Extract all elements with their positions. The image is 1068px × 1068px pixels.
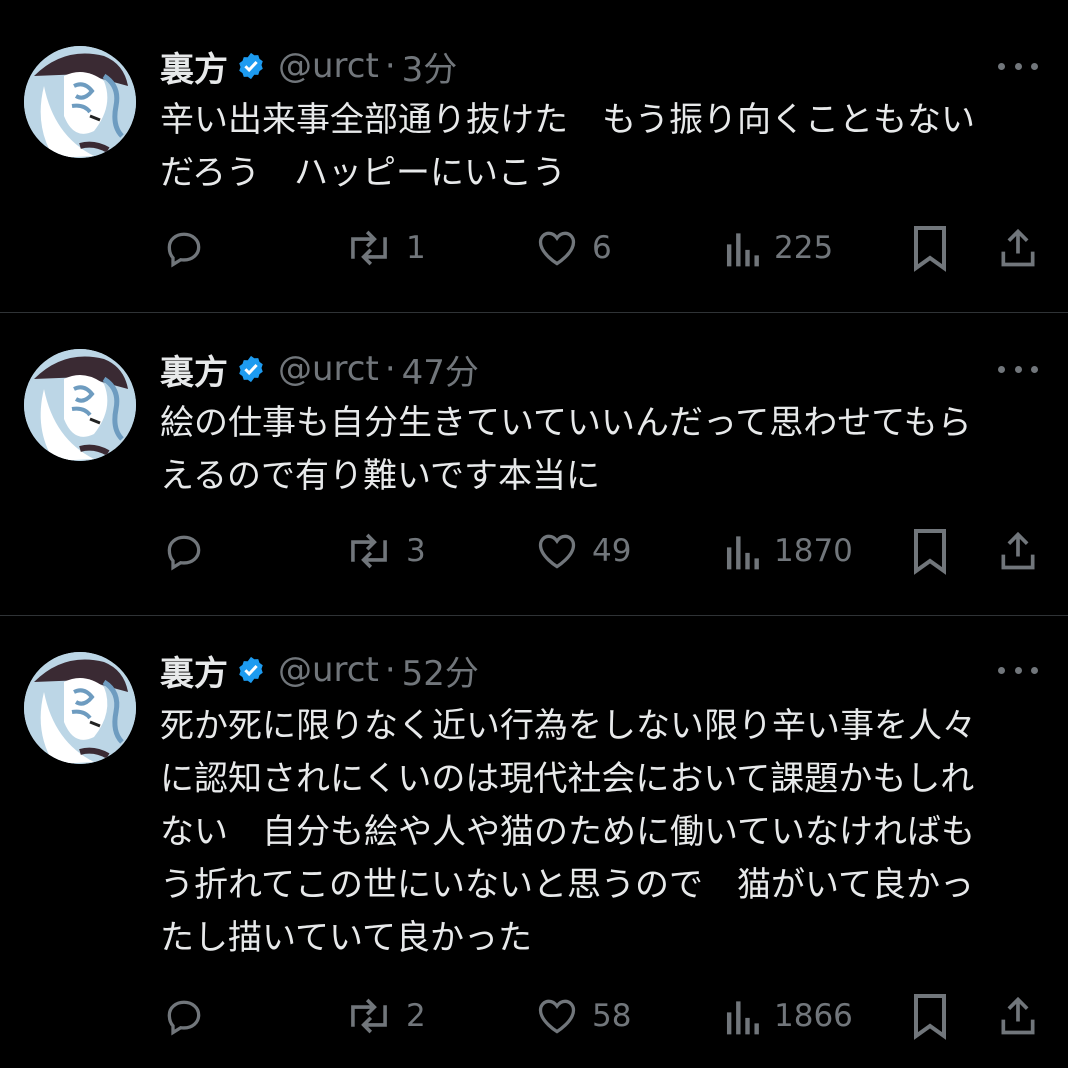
reply-icon xyxy=(167,232,201,268)
handle[interactable]: @urct xyxy=(278,349,379,389)
retweet-button[interactable]: 1 xyxy=(344,222,426,274)
separator-dot: · xyxy=(384,349,396,389)
avatar[interactable] xyxy=(24,349,136,461)
tweet-text: 絵の仕事も自分生きていていいんだって思わせてもら えるので有り難いです本当に xyxy=(160,397,1040,503)
tweet-text-line: う折れてこの世にいないと思うので 猫がいて良かっ xyxy=(160,865,974,905)
action-bar: 3 49 1870 xyxy=(0,525,1068,577)
more-icon[interactable] xyxy=(998,660,1038,680)
views-button[interactable]: 225 xyxy=(722,222,833,274)
share-icon xyxy=(1001,228,1035,267)
like-button[interactable]: 6 xyxy=(534,222,612,274)
display-name[interactable]: 裏方 xyxy=(160,345,228,394)
like-count: 49 xyxy=(592,533,632,569)
tweet-text-line: たし描いていて良かった xyxy=(160,918,532,958)
bookmark-button[interactable] xyxy=(910,222,950,274)
views-count: 1870 xyxy=(774,533,853,569)
like-count: 58 xyxy=(592,998,632,1034)
tweet-text-line: えるので有り難いです本当に xyxy=(160,456,600,496)
verified-badge-icon xyxy=(239,52,263,80)
retweet-count: 3 xyxy=(406,533,426,569)
share-icon xyxy=(1001,996,1035,1035)
reply-button[interactable] xyxy=(162,222,206,274)
share-icon xyxy=(1001,531,1035,570)
tweet-text: 辛い出来事全部通り抜けた もう振り向くこともない だろう ハッピーにいこう xyxy=(160,94,1040,200)
tweet-text-line: だろう ハッピーにいこう xyxy=(160,153,566,193)
like-button[interactable]: 58 xyxy=(534,990,631,1042)
action-bar: 1 6 225 xyxy=(0,222,1068,274)
retweet-button[interactable]: 3 xyxy=(344,525,426,577)
tweet-text-line: 死か死に限りなく近い行為をしない限り辛い事を人々 xyxy=(160,706,976,746)
retweet-icon xyxy=(351,533,387,569)
timestamp[interactable]: 52分 xyxy=(402,646,479,695)
handle[interactable]: @urct xyxy=(278,46,379,86)
verified-badge-icon xyxy=(239,355,263,383)
retweet-button[interactable]: 2 xyxy=(344,990,426,1042)
like-button[interactable]: 49 xyxy=(534,525,631,577)
like-count: 6 xyxy=(592,230,612,266)
reply-icon xyxy=(167,1000,201,1036)
retweet-icon xyxy=(351,230,387,266)
tweet-header: 裏方 @urct · 47分 xyxy=(160,345,479,393)
share-button[interactable] xyxy=(996,525,1040,577)
views-icon xyxy=(726,233,759,267)
reply-icon xyxy=(167,535,201,571)
views-count: 225 xyxy=(774,230,834,266)
tweet-text-line: 辛い出来事全部通り抜けた もう振り向くこともない xyxy=(160,100,975,140)
tweet-text-line: ない 自分も絵や人や猫のために働いていなければも xyxy=(160,812,975,852)
tweet-text-line: 絵の仕事も自分生きていていいんだって思わせてもら xyxy=(160,403,972,443)
views-button[interactable]: 1870 xyxy=(722,525,853,577)
views-icon xyxy=(726,536,759,570)
bookmark-icon xyxy=(914,226,946,272)
views-icon xyxy=(726,1001,759,1035)
tweet-header: 裏方 @urct · 52分 xyxy=(160,646,479,694)
separator-dot: · xyxy=(384,650,396,690)
handle[interactable]: @urct xyxy=(278,650,379,690)
avatar[interactable] xyxy=(24,46,136,158)
tweet[interactable]: 裏方 @urct · 52分 死か死に限りなく近い行為をしない限り辛い事を人々 … xyxy=(0,616,1068,1068)
timestamp[interactable]: 47分 xyxy=(402,345,479,394)
bookmark-icon xyxy=(914,529,946,575)
more-icon[interactable] xyxy=(998,56,1038,76)
action-bar: 2 58 1866 xyxy=(0,990,1068,1042)
bookmark-button[interactable] xyxy=(910,990,950,1042)
views-count: 1866 xyxy=(774,998,853,1034)
share-button[interactable] xyxy=(996,222,1040,274)
like-icon xyxy=(538,534,576,569)
retweet-count: 2 xyxy=(406,998,426,1034)
retweet-icon xyxy=(351,998,387,1034)
reply-button[interactable] xyxy=(162,990,206,1042)
retweet-count: 1 xyxy=(406,230,426,266)
share-button[interactable] xyxy=(996,990,1040,1042)
tweet-text: 死か死に限りなく近い行為をしない限り辛い事を人々 に認知されにくいのは現代社会に… xyxy=(160,700,1040,965)
avatar[interactable] xyxy=(24,652,136,764)
verified-badge-icon xyxy=(239,656,263,684)
more-icon[interactable] xyxy=(998,359,1038,379)
like-icon xyxy=(538,231,576,266)
views-button[interactable]: 1866 xyxy=(722,990,853,1042)
display-name[interactable]: 裏方 xyxy=(160,42,228,91)
tweet-text-line: に認知されにくいのは現代社会において課題かもしれ xyxy=(160,759,975,799)
tweet-header: 裏方 @urct · 3分 xyxy=(160,42,457,90)
timestamp[interactable]: 3分 xyxy=(402,42,458,91)
tweet[interactable]: 裏方 @urct · 3分 辛い出来事全部通り抜けた もう振り向くこともない だ… xyxy=(0,0,1068,312)
bookmark-button[interactable] xyxy=(910,525,950,577)
reply-button[interactable] xyxy=(162,525,206,577)
bookmark-icon xyxy=(914,994,946,1040)
separator-dot: · xyxy=(384,46,396,86)
tweet[interactable]: 裏方 @urct · 47分 絵の仕事も自分生きていていいんだって思わせてもら … xyxy=(0,313,1068,615)
like-icon xyxy=(538,999,576,1034)
display-name[interactable]: 裏方 xyxy=(160,646,228,695)
